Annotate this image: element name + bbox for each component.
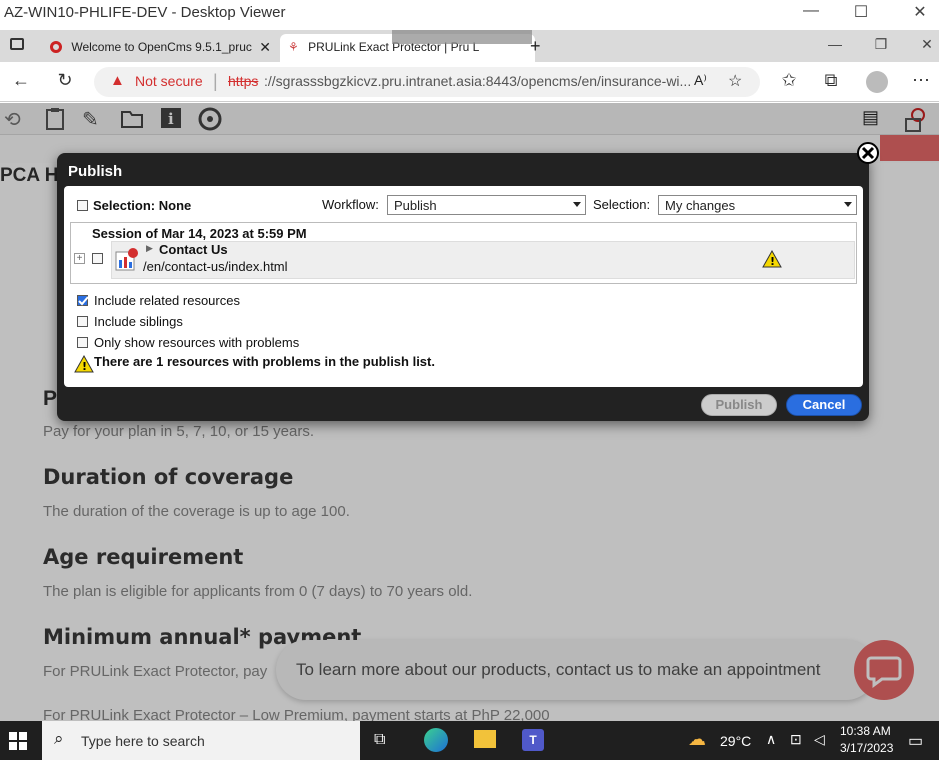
address-bar-row: ← ↻ ▲ Not secure | https ://sgrasssbgzki… xyxy=(0,62,939,102)
only-problems-checkbox[interactable] xyxy=(77,337,88,348)
volume-icon[interactable]: ◁ xyxy=(814,731,825,748)
workflow-label: Workflow: xyxy=(322,197,379,212)
warning-icon: ! xyxy=(74,354,94,376)
dialog-close-icon[interactable] xyxy=(857,142,879,164)
security-label[interactable]: Not secure xyxy=(135,73,203,89)
expand-icon[interactable]: + xyxy=(74,253,85,264)
teams-icon[interactable]: T xyxy=(522,729,544,751)
minimize-icon[interactable]: — xyxy=(796,2,826,20)
dialog-title: Publish xyxy=(68,163,123,180)
opencms-favicon-icon xyxy=(50,41,62,53)
url-divider: | xyxy=(213,71,218,91)
url-field[interactable]: ▲ Not secure | https ://sgrasssbgzkicvz.… xyxy=(94,67,760,97)
url-text: ://sgrasssbgzkicvz.pru.intranet.asia:844… xyxy=(264,73,692,89)
edge-icon[interactable] xyxy=(424,728,448,752)
clock-date[interactable]: 3/17/2023 xyxy=(840,741,893,755)
resource-type-icon xyxy=(115,248,139,272)
temperature[interactable]: 29°C xyxy=(720,733,751,749)
svg-text:!: ! xyxy=(82,360,87,373)
dialog-body: Selection: None Workflow: Publish Select… xyxy=(64,186,863,387)
favorites-icon[interactable]: ✩ xyxy=(776,70,802,91)
browser-tab-strip: Welcome to OpenCms 9.5.1_pruc ✕ ⚘ PRULin… xyxy=(0,30,939,62)
triangle-right-icon[interactable]: ▶ xyxy=(146,243,153,254)
selection-select[interactable]: My changes xyxy=(658,195,857,215)
tab-close-icon[interactable]: ✕ xyxy=(259,39,271,56)
url-scheme: https xyxy=(228,73,259,89)
tab-label: Welcome to OpenCms 9.5.1_pruc xyxy=(71,40,252,54)
browser-restore-icon[interactable]: ❐ xyxy=(866,36,896,53)
selection-status: Selection: None xyxy=(93,198,192,213)
back-icon[interactable]: ← xyxy=(8,70,34,91)
task-view-icon[interactable]: ⧉ xyxy=(374,731,385,749)
warning-icon: ! xyxy=(762,249,782,271)
publish-dialog: Publish Selection: None Workflow: Publis… xyxy=(57,153,869,421)
file-explorer-icon[interactable] xyxy=(474,730,496,748)
refresh-icon[interactable]: ↻ xyxy=(52,70,78,91)
include-related-label: Include related resources xyxy=(94,293,240,308)
search-icon: ⌕ xyxy=(54,729,64,748)
chevron-down-icon xyxy=(573,202,581,207)
selection-value: My changes xyxy=(665,198,736,213)
windows-start-icon[interactable] xyxy=(9,732,27,753)
close-icon[interactable]: ✕ xyxy=(905,2,935,22)
collections-icon[interactable]: ⧉ xyxy=(818,70,844,91)
pru-favicon-icon: ⚘ xyxy=(288,40,299,54)
problem-message: There are 1 resources with problems in t… xyxy=(94,354,435,369)
network-icon[interactable]: ⊡ xyxy=(790,731,802,748)
resource-path: /en/contact-us/index.html xyxy=(143,259,288,274)
browser-minimize-icon[interactable]: — xyxy=(820,36,850,52)
viewer-title-bar: AZ-WIN10-PHLIFE-DEV - Desktop Viewer — ☐… xyxy=(0,0,939,28)
weather-icon[interactable]: ☁ xyxy=(688,729,706,750)
viewer-title: AZ-WIN10-PHLIFE-DEV - Desktop Viewer xyxy=(4,4,286,21)
warning-icon: ▲ xyxy=(110,72,125,89)
notifications-icon[interactable]: ▭ xyxy=(908,731,923,751)
favorite-add-icon[interactable]: ☆ xyxy=(728,71,742,91)
svg-text:!: ! xyxy=(770,255,775,268)
maximize-icon[interactable]: ☐ xyxy=(846,2,876,22)
tab-opencms[interactable]: Welcome to OpenCms 9.5.1_pruc ✕ xyxy=(42,34,277,62)
clock-time[interactable]: 10:38 AM xyxy=(840,724,891,738)
resource-row[interactable]: ▶ Contact Us /en/contact-us/index.html ! xyxy=(111,241,855,279)
windows-taskbar: ⌕ Type here to search ⧉ T ☁ 29°C ∧ ⊡ ◁ 1… xyxy=(0,721,939,760)
session-label: Session of Mar 14, 2023 at 5:59 PM xyxy=(92,226,307,241)
chevron-up-icon[interactable]: ∧ xyxy=(766,731,776,748)
browser-close-icon[interactable]: ✕ xyxy=(912,36,939,53)
only-problems-label: Only show resources with problems xyxy=(94,335,300,350)
cancel-button[interactable]: Cancel xyxy=(786,394,862,416)
chevron-down-icon xyxy=(844,202,852,207)
profile-avatar[interactable] xyxy=(866,71,888,93)
more-menu-icon[interactable]: ⋯ xyxy=(908,70,934,91)
workflow-value: Publish xyxy=(394,198,437,213)
workflow-select[interactable]: Publish xyxy=(387,195,586,215)
include-related-checkbox[interactable] xyxy=(77,295,89,306)
viewer-drag-handle[interactable] xyxy=(392,30,532,44)
search-placeholder: Type here to search xyxy=(81,733,205,749)
selection-select-label: Selection: xyxy=(593,197,651,212)
taskbar-search[interactable]: ⌕ Type here to search xyxy=(42,721,360,760)
include-siblings-label: Include siblings xyxy=(94,314,183,329)
read-aloud-icon[interactable]: A⁾ xyxy=(694,72,707,89)
select-all-checkbox[interactable] xyxy=(77,200,88,211)
include-siblings-checkbox[interactable] xyxy=(77,316,88,327)
tab-actions-icon[interactable] xyxy=(10,38,24,50)
publish-button[interactable]: Publish xyxy=(701,394,777,416)
resource-title: Contact Us xyxy=(159,242,228,257)
resource-checkbox[interactable] xyxy=(92,253,103,264)
publish-list: Session of Mar 14, 2023 at 5:59 PM + ▶ C… xyxy=(70,222,857,284)
